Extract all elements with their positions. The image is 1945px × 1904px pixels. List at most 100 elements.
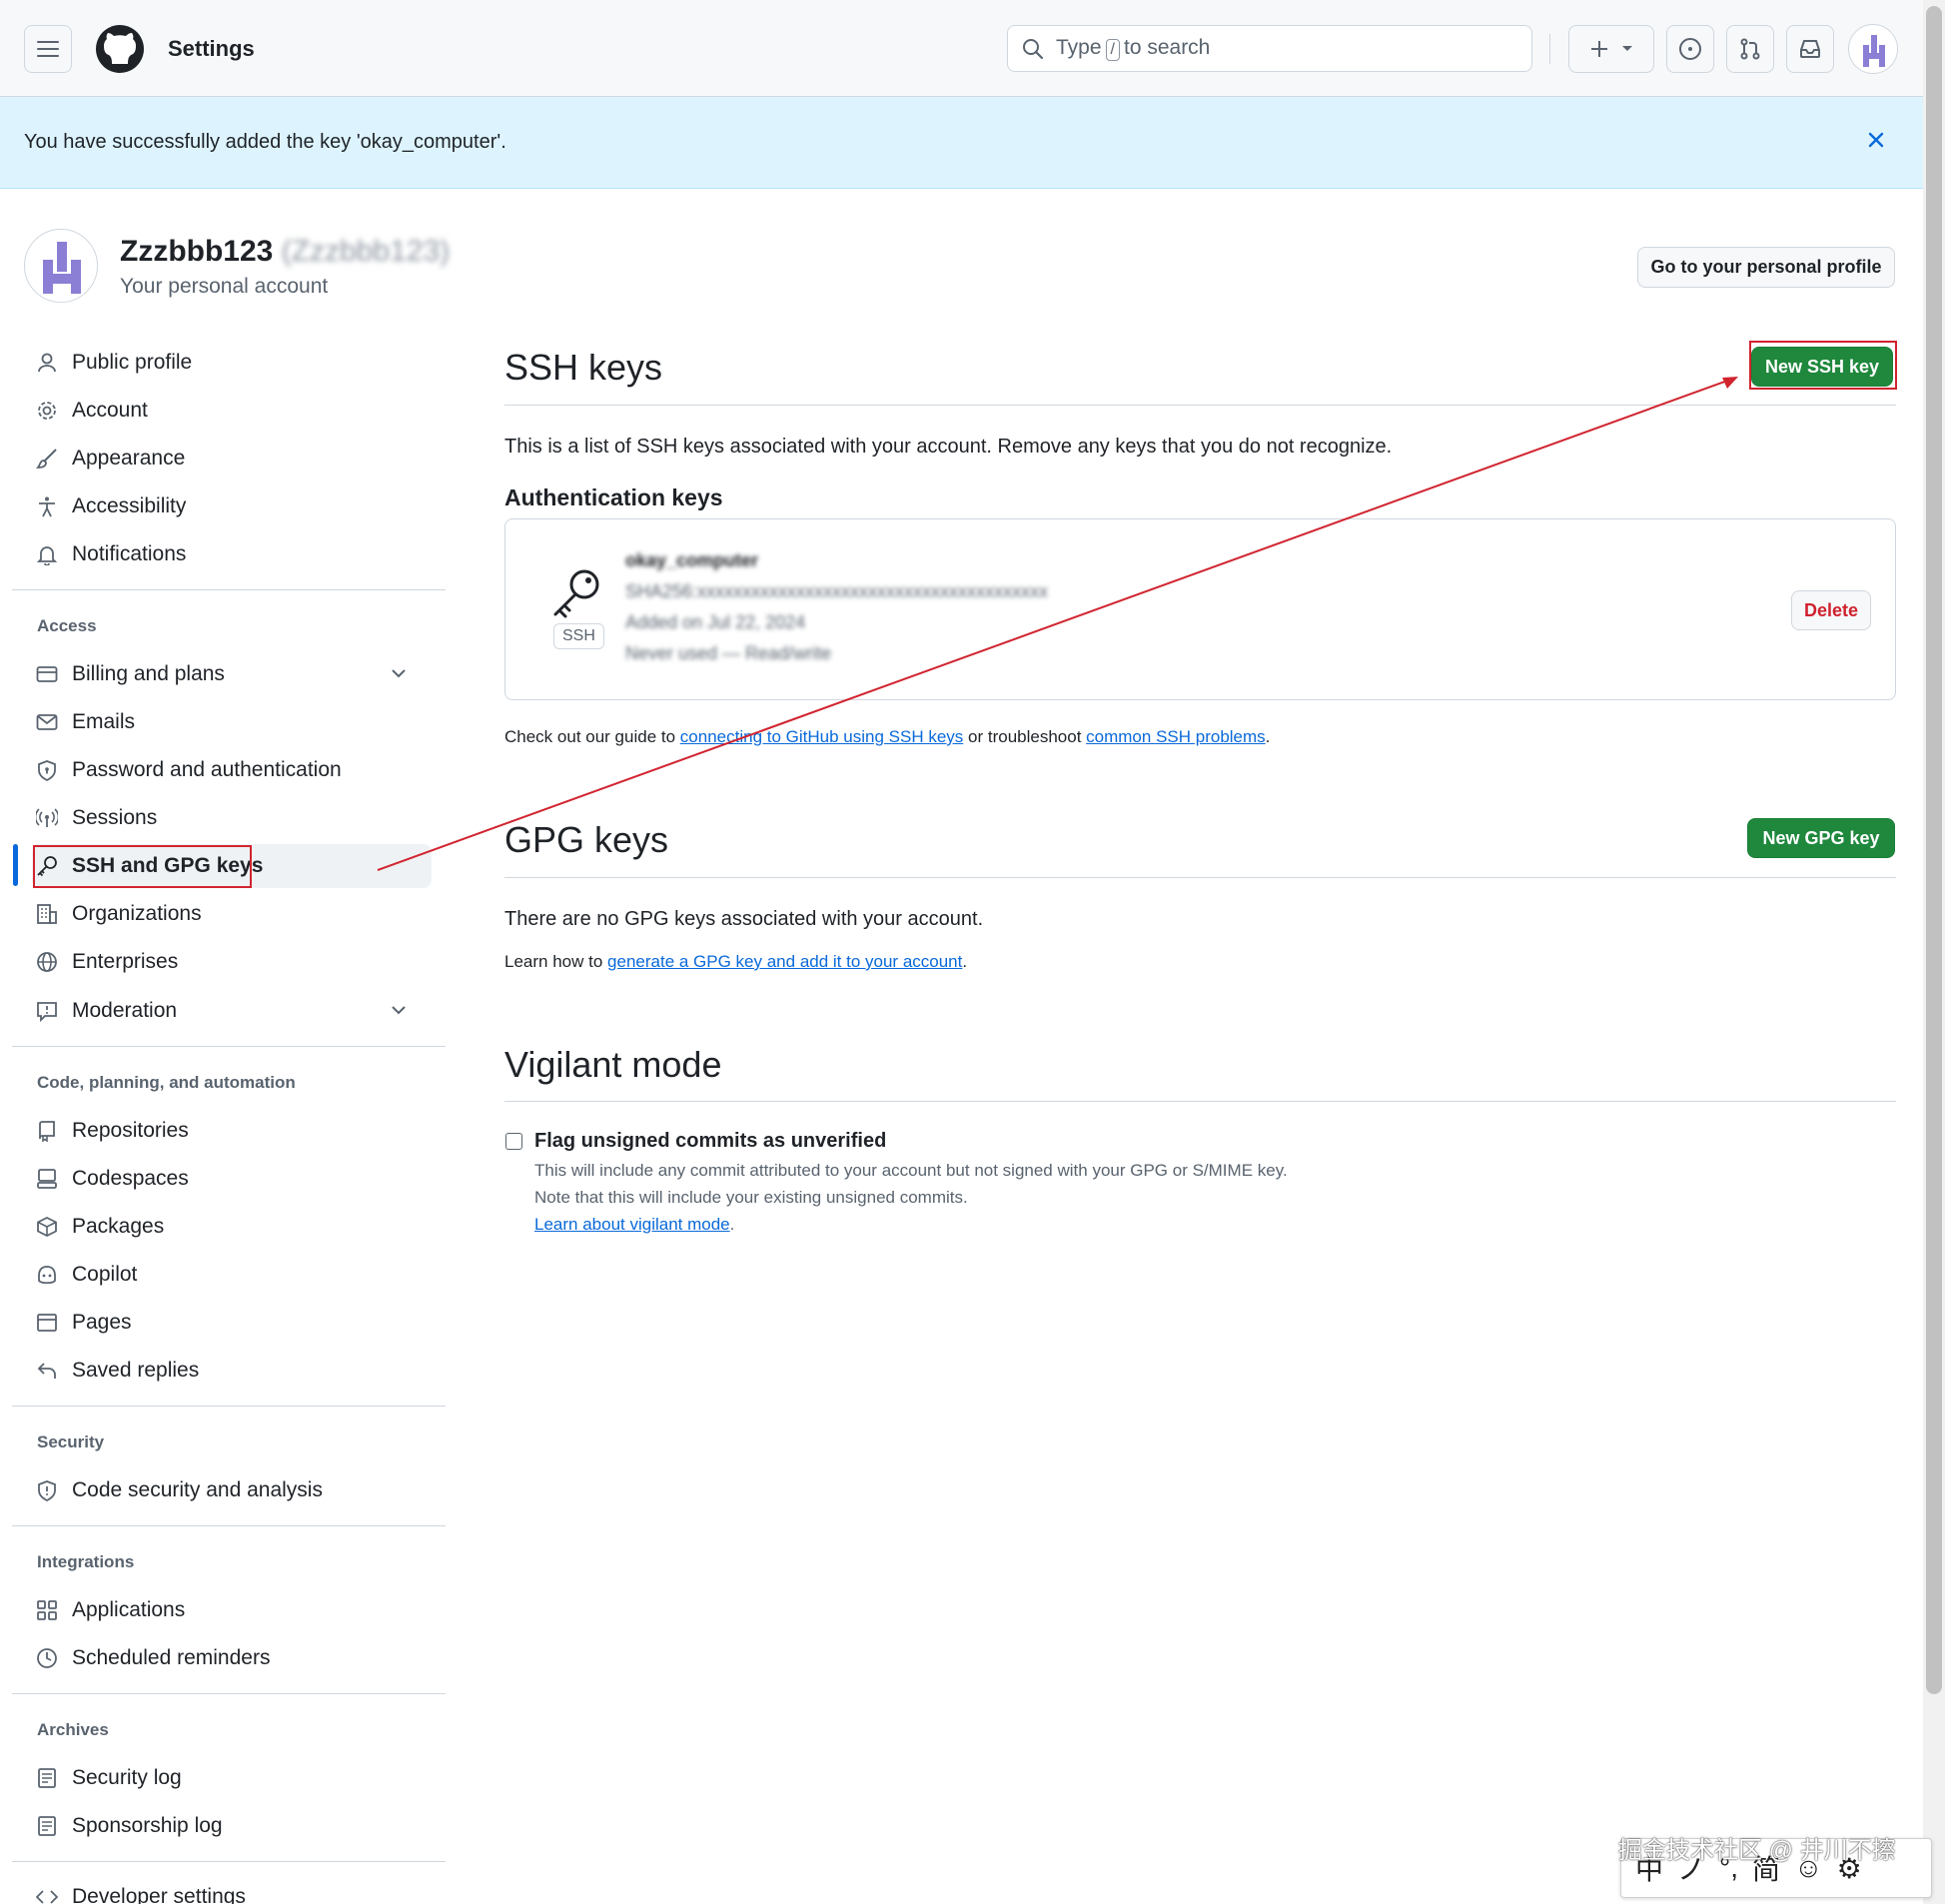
sidebar-item-enterprises[interactable]: Enterprises	[32, 940, 432, 984]
delete-key-button[interactable]: Delete	[1791, 590, 1871, 630]
sidebar-item-billing[interactable]: Billing and plans	[32, 652, 432, 696]
accessibility-icon	[39, 496, 55, 517]
sidebar-item-sessions[interactable]: Sessions	[32, 796, 432, 840]
sidebar-item-moderation[interactable]: Moderation	[32, 989, 432, 1033]
search-input[interactable]: Type / to search	[1007, 25, 1532, 72]
sidebar-item-security-log[interactable]: Security log	[32, 1756, 432, 1800]
sidebar-divider	[12, 1861, 446, 1862]
vigilant-mode-title: Vigilant mode	[504, 1044, 722, 1085]
sidebar-item-accessibility[interactable]: Accessibility	[32, 484, 432, 528]
pull-requests-button[interactable]	[1726, 25, 1774, 73]
search-placeholder: Type / to search	[1056, 36, 1211, 61]
reply-icon	[37, 1363, 56, 1379]
sidebar-item-repositories[interactable]: Repositories	[32, 1109, 432, 1153]
sidebar-heading-archives: Archives	[37, 1720, 109, 1739]
mail-icon	[36, 714, 58, 730]
organization-icon	[37, 904, 57, 924]
sidebar-item-password-auth[interactable]: Password and authentication	[32, 748, 432, 792]
profile-login-redacted: (Zzzbbb123)	[281, 235, 451, 268]
section-divider	[504, 405, 1896, 406]
paintbrush-icon	[36, 449, 57, 469]
gpg-learn-link[interactable]: generate a GPG key and add it to your ac…	[607, 952, 962, 971]
user-avatar-button[interactable]	[1848, 24, 1898, 74]
sidebar-item-saved-replies[interactable]: Saved replies	[32, 1349, 432, 1393]
sidebar-divider	[12, 1693, 446, 1694]
ssh-key-fingerprint: SHA256:xxxxxxxxxxxxxxxxxxxxxxxxxxxxxxxxx…	[625, 581, 1049, 601]
log-icon	[38, 1816, 56, 1836]
ssh-guide-link[interactable]: connecting to GitHub using SSH keys	[680, 727, 963, 746]
sidebar-item-codespaces[interactable]: Codespaces	[32, 1157, 432, 1201]
issues-button[interactable]	[1666, 25, 1714, 73]
sidebar-item-organizations[interactable]: Organizations	[32, 892, 432, 936]
sidebar-item-applications[interactable]: Applications	[32, 1588, 432, 1632]
sidebar-heading-integrations: Integrations	[37, 1552, 135, 1571]
gpg-keys-title: GPG keys	[504, 819, 669, 860]
header-divider	[1549, 34, 1550, 64]
search-icon	[1023, 38, 1044, 59]
inbox-button[interactable]	[1786, 25, 1834, 73]
key-icon	[553, 569, 599, 618]
new-gpg-key-button[interactable]: New GPG key	[1747, 818, 1895, 858]
hamburger-icon	[37, 41, 59, 57]
scrollbar-thumb[interactable]	[1926, 6, 1942, 1694]
profile-subtitle: Your personal account	[120, 275, 329, 298]
gear-icon	[38, 402, 56, 420]
clock-icon	[37, 1648, 57, 1668]
code-icon	[36, 1890, 58, 1904]
person-icon	[38, 353, 56, 373]
ssh-problems-link[interactable]: common SSH problems	[1086, 727, 1266, 746]
sidebar-item-scheduled-reminders[interactable]: Scheduled reminders	[32, 1636, 432, 1680]
github-logo-icon[interactable]	[95, 24, 145, 74]
vigilant-checkbox-label[interactable]: Flag unsigned commits as unverified	[534, 1130, 886, 1153]
sidebar-item-public-profile[interactable]: Public profile	[32, 341, 432, 385]
chevron-down-icon[interactable]	[390, 1001, 408, 1019]
sidebar-item-code-security[interactable]: Code security and analysis	[32, 1468, 432, 1512]
sidebar-divider	[12, 589, 446, 590]
inbox-icon	[1800, 40, 1820, 58]
ssh-key-added-date: Added on Jul 22, 2024	[625, 612, 806, 632]
report-icon	[37, 1002, 57, 1022]
sidebar-heading-access: Access	[37, 616, 97, 635]
sidebar-item-emails[interactable]: Emails	[32, 700, 432, 744]
shield-icon	[38, 1480, 56, 1501]
active-indicator	[13, 844, 18, 886]
ssh-keys-title: SSH keys	[504, 347, 663, 388]
go-to-profile-button[interactable]: Go to your personal profile	[1637, 247, 1895, 288]
vigilant-note-line1: This will include any commit attributed …	[534, 1161, 1288, 1180]
codespaces-icon	[37, 1169, 57, 1189]
sidebar-heading-code: Code, planning, and automation	[37, 1073, 296, 1092]
sidebar-item-account[interactable]: Account	[32, 389, 432, 433]
sidebar-item-packages[interactable]: Packages	[32, 1205, 432, 1249]
vigilant-learn-link[interactable]: Learn about vigilant mode	[534, 1215, 730, 1234]
chevron-down-icon[interactable]	[390, 664, 408, 682]
annotation-highlight-new-ssh	[1749, 341, 1897, 390]
annotation-highlight-sidebar	[33, 845, 252, 888]
sidebar-item-copilot[interactable]: Copilot	[32, 1253, 432, 1297]
profile-name[interactable]: Zzzbbb123 (Zzzbbb123)	[120, 235, 450, 269]
sidebar-item-notifications[interactable]: Notifications	[32, 532, 432, 576]
vigilant-mode-checkbox[interactable]	[505, 1133, 522, 1150]
identicon-avatar-icon	[43, 242, 81, 294]
copilot-icon	[38, 1266, 56, 1285]
ssh-type-badge: SSH	[553, 623, 604, 649]
profile-avatar[interactable]	[24, 229, 98, 303]
log-icon	[38, 1768, 56, 1788]
gpg-empty-text: There are no GPG keys associated with yo…	[504, 908, 984, 930]
section-divider	[504, 877, 1896, 878]
sidebar-item-developer-settings[interactable]: Developer settings	[32, 1875, 432, 1904]
ssh-key-title: okay_computer	[625, 550, 759, 570]
sidebar-divider	[12, 1525, 446, 1526]
sidebar-item-sponsorship-log[interactable]: Sponsorship log	[32, 1804, 432, 1848]
globe-icon	[37, 952, 57, 972]
vigilant-note-line2: Note that this will include your existin…	[534, 1188, 968, 1207]
caret-down-icon	[1622, 46, 1632, 51]
sidebar-item-pages[interactable]: Pages	[32, 1301, 432, 1345]
sidebar-item-appearance[interactable]: Appearance	[32, 437, 432, 480]
plus-icon	[1591, 41, 1607, 57]
vigilant-learn-text: Learn about vigilant mode.	[534, 1215, 735, 1234]
close-icon[interactable]	[1862, 126, 1890, 154]
create-new-button[interactable]	[1568, 25, 1654, 73]
success-flash-banner: You have successfully added the key 'oka…	[0, 97, 1923, 189]
menu-button[interactable]	[24, 25, 72, 73]
apps-icon	[37, 1600, 57, 1620]
